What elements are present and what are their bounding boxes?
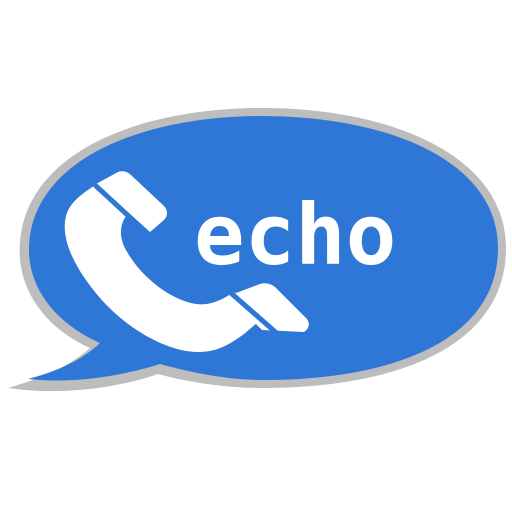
wordmark-text: echo xyxy=(194,186,396,284)
app-logo: echo xyxy=(0,0,512,512)
echo-speech-bubble-logo: echo xyxy=(8,108,506,392)
